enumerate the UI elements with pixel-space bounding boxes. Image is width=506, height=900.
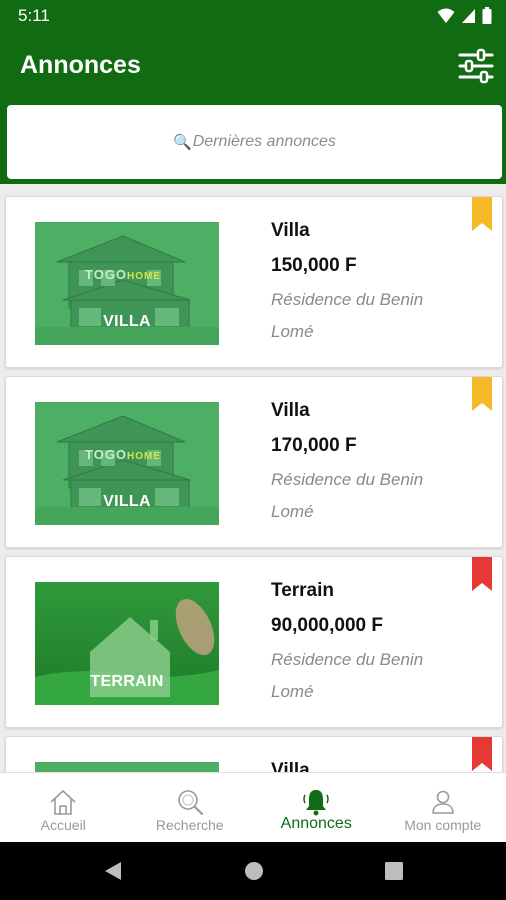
- listing-title: Villa: [271, 220, 310, 241]
- listing-price: 170,000 F: [271, 435, 357, 456]
- bell-icon: [303, 790, 329, 816]
- home-icon: [50, 790, 76, 815]
- bottom-nav: Accueil Recherche Annonces Mon compte: [0, 772, 506, 842]
- wifi-icon: [437, 8, 455, 23]
- listing-city: Lomé: [271, 502, 314, 521]
- thumb-category-label: VILLA: [103, 493, 151, 510]
- page-title: Annonces: [20, 51, 141, 79]
- listing-title: Villa: [271, 400, 310, 421]
- listing-title: Villa: [271, 760, 310, 772]
- watermark-logo: TOGOHOME: [85, 267, 162, 282]
- status-bar: 5:11: [0, 0, 506, 32]
- listing-title: Terrain: [271, 580, 335, 601]
- search-icon: [177, 790, 203, 816]
- nav-item-annonces[interactable]: Annonces: [253, 773, 380, 842]
- person-icon: [431, 790, 454, 814]
- app-bar: Annonces 🔍 Dernières annonces: [0, 32, 506, 184]
- status-icons: [437, 7, 492, 24]
- villa-photo: TOGOHOME VILLA: [35, 222, 219, 345]
- search-input[interactable]: 🔍 Dernières annonces: [7, 105, 502, 179]
- listing-residence: Résidence du Benin: [271, 290, 424, 309]
- listing-city: Lomé: [271, 322, 314, 341]
- listing-price: 90,000,000 F: [271, 615, 383, 636]
- search-placeholder: Dernières annonces: [192, 133, 336, 150]
- status-time: 5:11: [18, 6, 50, 25]
- nav-label: Accueil: [40, 817, 86, 833]
- thumb-category-label: TERRAIN: [90, 673, 164, 690]
- bookmark-icon[interactable]: [472, 197, 492, 231]
- filter-button[interactable]: [456, 46, 496, 86]
- thumb-category-label: VILLA: [103, 313, 151, 330]
- nav-label: Mon compte: [404, 817, 482, 833]
- nav-label: Recherche: [155, 817, 224, 833]
- bookmark-icon[interactable]: [472, 557, 492, 591]
- home-button-icon[interactable]: [243, 860, 265, 882]
- magnifier-icon: 🔍: [173, 134, 192, 151]
- sliders-icon: [458, 48, 494, 84]
- recents-icon[interactable]: [383, 860, 405, 882]
- listing-price: 150,000 F: [271, 255, 357, 276]
- listing-card[interactable]: TOGOHOME VILLA Villa 150,000 F Résidence du …: [5, 196, 503, 368]
- nav-label: Annonces: [280, 815, 352, 832]
- listing-card[interactable]: TOGOHOME VILLA Villa 170,000 F Résidence du …: [5, 376, 503, 548]
- watermark-logo: TOGOHOME: [85, 447, 162, 462]
- bookmark-icon[interactable]: [472, 377, 492, 411]
- nav-item-accueil[interactable]: Accueil: [0, 773, 127, 842]
- battery-icon: [482, 7, 492, 24]
- villa-photo: [35, 762, 219, 772]
- listing-card[interactable]: TERRAIN Terrain 90,000,000 F Résidence du B…: [5, 556, 503, 728]
- bookmark-icon[interactable]: [472, 737, 492, 771]
- land-photo: TERRAIN: [35, 582, 219, 705]
- listing-city: Lomé: [271, 682, 314, 701]
- listing-list[interactable]: TOGOHOME VILLA Villa 150,000 F Résidence du …: [0, 184, 506, 772]
- listing-residence: Résidence du Benin: [271, 470, 424, 489]
- signal-icon: [462, 8, 475, 23]
- villa-photo: TOGOHOME VILLA: [35, 402, 219, 525]
- listing-card[interactable]: Villa: [5, 736, 503, 772]
- nav-item-mon-compte[interactable]: Mon compte: [380, 773, 506, 842]
- nav-item-recherche[interactable]: Recherche: [127, 773, 254, 842]
- villa-illustration: [35, 762, 219, 772]
- system-nav-bar: [0, 842, 506, 900]
- listing-residence: Résidence du Benin: [271, 650, 424, 669]
- back-icon[interactable]: [102, 860, 124, 882]
